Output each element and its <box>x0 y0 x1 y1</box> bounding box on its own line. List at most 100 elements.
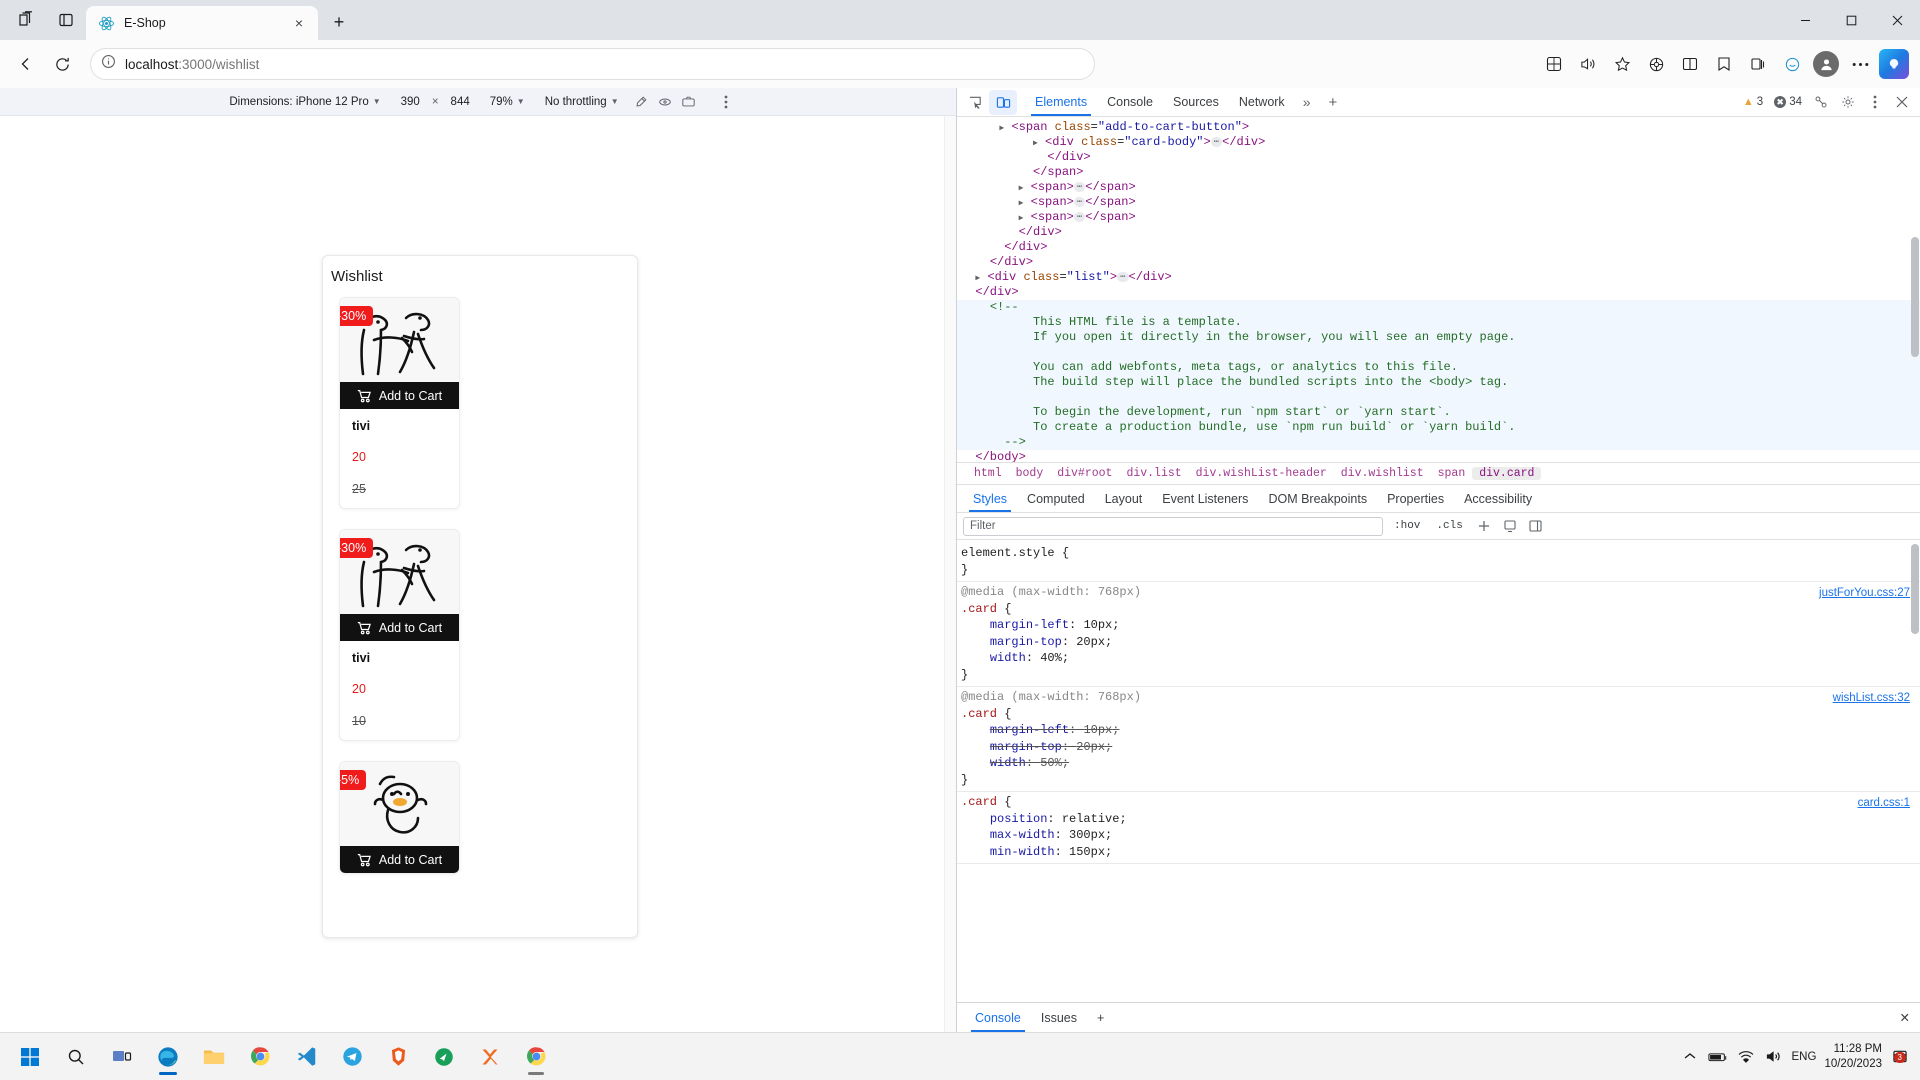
add-to-cart-button[interactable]: Add to Cart <box>340 614 459 641</box>
dom-line[interactable]: ▶ <span> ⋯ </span> <box>957 195 1920 210</box>
browser-tab-eshop[interactable]: E-Shop × <box>86 6 318 40</box>
breadcrumb-div-card[interactable]: div.card <box>1472 467 1542 480</box>
settings-gear-icon[interactable] <box>1836 90 1860 114</box>
dom-tree-scrollbar[interactable] <box>1911 237 1919 357</box>
css-property[interactable]: margin-left <box>990 618 1069 632</box>
breadcrumb-div-root[interactable]: div#root <box>1050 467 1119 480</box>
add-to-cart-button[interactable]: Add to Cart <box>340 846 459 873</box>
dom-line-body-close[interactable]: </body> <box>957 450 1920 462</box>
product-card[interactable]: -30% <box>339 529 460 741</box>
tab-properties[interactable]: Properties <box>1377 485 1454 512</box>
css-value-overridden[interactable]: 20px <box>1076 740 1105 754</box>
throttling-select[interactable]: No throttling ▼ <box>535 96 629 108</box>
inspect-element-icon[interactable] <box>961 90 989 115</box>
tab-event-listeners[interactable]: Event Listeners <box>1152 485 1258 512</box>
css-value-overridden[interactable]: 50% <box>1040 756 1062 770</box>
toggle-device-toolbar-icon[interactable] <box>989 89 1017 115</box>
telegram-icon[interactable] <box>332 1037 372 1077</box>
breadcrumb-body[interactable]: body <box>1009 467 1051 480</box>
dom-line[interactable]: </div> <box>957 240 1920 255</box>
back-button[interactable] <box>10 48 42 80</box>
add-tab-button[interactable]: + <box>1318 94 1347 111</box>
more-tabs-icon[interactable]: » <box>1295 94 1319 110</box>
computed-sidebar-icon[interactable] <box>1526 516 1546 536</box>
trash-icon[interactable] <box>434 305 450 323</box>
css-rule[interactable]: justForYou.css:27 @media (max-width: 768… <box>957 582 1920 687</box>
viewport-width-input[interactable]: 390 <box>391 96 430 108</box>
clock[interactable]: 11:28 PM 10/20/2023 <box>1824 1042 1882 1072</box>
volume-icon[interactable] <box>1764 1047 1784 1067</box>
postman-icon[interactable] <box>424 1037 464 1077</box>
dom-comment-line[interactable] <box>957 345 1920 360</box>
dom-tree[interactable]: ▶ <span class="add-to-cart-button"> ▶ <d… <box>957 117 1920 462</box>
eyedropper-icon[interactable] <box>629 91 653 113</box>
dom-line[interactable]: ▶ <div class="card-body"> ⋯ </div> <box>957 135 1920 150</box>
tab-computed[interactable]: Computed <box>1017 485 1095 512</box>
drawer-tab-console[interactable]: Console <box>965 1003 1031 1032</box>
dom-comment-line[interactable]: This HTML file is a template. <box>957 315 1920 330</box>
css-property-overridden[interactable]: width <box>990 756 1026 770</box>
wifi-icon[interactable] <box>1736 1047 1756 1067</box>
devtools-close-icon[interactable] <box>1890 90 1914 114</box>
dom-comment-line[interactable] <box>957 390 1920 405</box>
read-aloud-icon[interactable] <box>1572 48 1604 80</box>
split-screen-icon[interactable] <box>46 3 86 37</box>
dom-line-partial[interactable]: ▶ <span class="add-to-cart-button"> <box>957 120 1920 135</box>
css-property[interactable]: position <box>990 812 1048 826</box>
extensions-icon[interactable] <box>1640 48 1672 80</box>
favorite-star-icon[interactable] <box>1606 48 1638 80</box>
trash-icon[interactable] <box>434 769 450 787</box>
css-value[interactable]: 10px <box>1083 618 1112 632</box>
dom-line[interactable]: </div> <box>957 150 1920 165</box>
css-property[interactable]: min-width <box>990 845 1055 859</box>
tab-accessibility[interactable]: Accessibility <box>1454 485 1542 512</box>
dom-comment-line[interactable]: To create a production bundle, use `npm … <box>957 420 1920 435</box>
tab-close-icon[interactable]: × <box>288 12 310 34</box>
breadcrumb-div-list[interactable]: div.list <box>1119 467 1188 480</box>
dom-comment-line[interactable]: You can add webfonts, meta tags, or anal… <box>957 360 1920 375</box>
viewport-height-input[interactable]: 844 <box>441 96 480 108</box>
minimize-button[interactable] <box>1782 3 1828 37</box>
css-property[interactable]: margin-top <box>990 635 1062 649</box>
dom-line[interactable]: </div> <box>957 255 1920 270</box>
css-property-overridden[interactable]: margin-left <box>990 723 1069 737</box>
cls-toggle[interactable]: .cls <box>1431 520 1467 532</box>
dom-line[interactable]: </div> <box>957 225 1920 240</box>
css-value[interactable]: 40% <box>1040 651 1062 665</box>
file-explorer-icon[interactable] <box>194 1037 234 1077</box>
warning-count[interactable]: ▲ 3 <box>1739 96 1767 108</box>
xampp-icon[interactable] <box>470 1037 510 1077</box>
tab-network[interactable]: Network <box>1229 88 1295 116</box>
collections-icon[interactable] <box>1742 48 1774 80</box>
dom-line[interactable]: </span> <box>957 165 1920 180</box>
vscode-icon[interactable] <box>286 1037 326 1077</box>
show-hidden-icons-icon[interactable] <box>1680 1047 1700 1067</box>
hov-toggle[interactable]: :hov <box>1389 520 1425 532</box>
device-more-options-icon[interactable] <box>715 95 737 109</box>
toggle-element-state-icon[interactable] <box>1500 516 1520 536</box>
css-rule[interactable]: card.css:1 .card { position: relative; m… <box>957 792 1920 864</box>
profile-avatar[interactable] <box>1810 48 1842 80</box>
battery-icon[interactable] <box>1707 1047 1728 1067</box>
chrome-icon[interactable] <box>240 1037 280 1077</box>
rotate-icon[interactable] <box>653 91 677 113</box>
css-rule[interactable]: wishList.css:32 @media (max-width: 768px… <box>957 687 1920 792</box>
device-dimensions-select[interactable]: Dimensions: iPhone 12 Pro ▼ <box>219 96 390 108</box>
dom-line[interactable]: </div> <box>957 285 1920 300</box>
task-view-icon[interactable] <box>102 1037 142 1077</box>
css-value[interactable]: relative <box>1062 812 1120 826</box>
dom-comment-line[interactable]: If you open it directly in the browser, … <box>957 330 1920 345</box>
product-card[interactable]: -30% <box>339 297 460 509</box>
tab-console[interactable]: Console <box>1097 88 1163 116</box>
dom-comment-line[interactable]: --> <box>957 435 1920 450</box>
site-info-icon[interactable] <box>101 54 116 74</box>
drawer-tab-issues[interactable]: Issues <box>1031 1003 1087 1032</box>
favorites-icon[interactable] <box>1708 48 1740 80</box>
tab-styles[interactable]: Styles <box>963 485 1017 512</box>
css-rules-list[interactable]: element.style { } justForYou.css:27 @med… <box>957 540 1920 1002</box>
tab-layout[interactable]: Layout <box>1095 485 1153 512</box>
edge-icon[interactable] <box>148 1037 188 1077</box>
breadcrumb-div-wishlist[interactable]: div.wishlist <box>1334 467 1431 480</box>
device-sync-icon[interactable] <box>1809 90 1833 114</box>
dom-comment-line[interactable]: <!-- <box>957 300 1920 315</box>
